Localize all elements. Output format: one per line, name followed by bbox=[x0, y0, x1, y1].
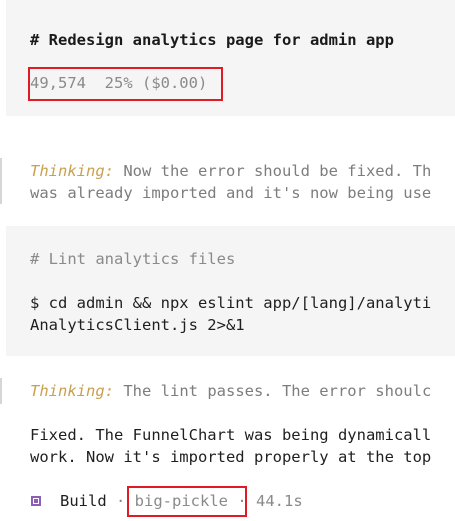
thinking-accent-2 bbox=[0, 378, 2, 404]
result-line-2: work. Now it's imported properly at the … bbox=[30, 448, 432, 466]
model-highlight bbox=[127, 486, 247, 517]
thinking-label: Thinking: bbox=[30, 162, 114, 180]
result-line-1: Fixed. The FunnelChart was being dynamic… bbox=[30, 426, 432, 444]
thinking-text-line-2: was already imported and it's now being … bbox=[30, 184, 432, 202]
thinking-label: Thinking: bbox=[30, 382, 114, 400]
build-icon bbox=[31, 496, 41, 506]
command-line-1: $ cd admin && npx eslint app/[lang]/anal… bbox=[30, 294, 432, 312]
mode-label: Build bbox=[60, 492, 107, 510]
thinking-accent-1 bbox=[0, 158, 2, 204]
task-title: # Redesign analytics page for admin app bbox=[30, 31, 394, 49]
thinking-text: Now the error should be fixed. Th bbox=[114, 162, 432, 180]
thinking-message-1: Thinking: Now the error should be fixed.… bbox=[30, 160, 431, 182]
stats-highlight bbox=[28, 67, 223, 101]
duration: 44.1s bbox=[256, 492, 303, 510]
command-line-2: AnalyticsClient.js 2>&1 bbox=[30, 316, 245, 334]
command-comment: # Lint analytics files bbox=[30, 250, 236, 268]
command-block: # Lint analytics files $ cd admin && npx… bbox=[6, 226, 455, 356]
task-header-block: # Redesign analytics page for admin app … bbox=[6, 0, 455, 116]
thinking-message-2: Thinking: The lint passes. The error sho… bbox=[30, 380, 431, 402]
thinking-text: The lint passes. The error shoulc bbox=[114, 382, 432, 400]
